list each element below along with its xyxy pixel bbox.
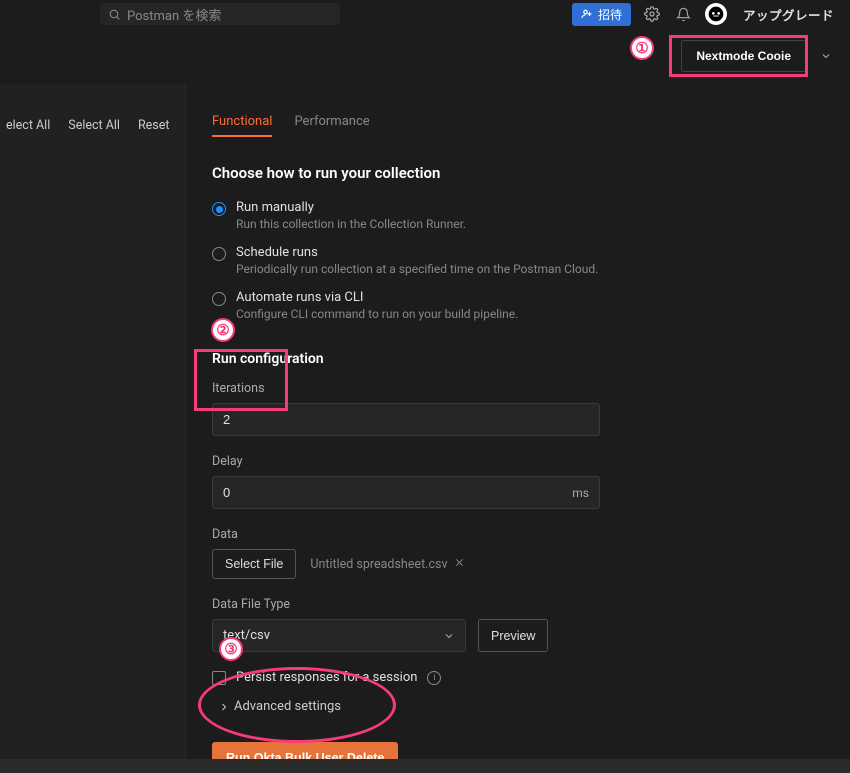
filetype-value: text/csv bbox=[223, 628, 270, 643]
advanced-settings-toggle[interactable]: Advanced settings bbox=[218, 699, 840, 714]
persist-checkbox-row[interactable]: Persist responses for a session i bbox=[212, 670, 840, 685]
persist-checkbox[interactable] bbox=[212, 671, 226, 685]
field-delay: Delay ms bbox=[212, 454, 840, 509]
clear-file-button[interactable] bbox=[454, 557, 465, 572]
chevron-right-icon bbox=[218, 701, 230, 713]
tabs: Functional Performance bbox=[212, 114, 840, 136]
run-mode-group: Run manually Run this collection in the … bbox=[212, 200, 840, 321]
data-label: Data bbox=[212, 527, 840, 542]
field-data: Data Select File Untitled spreadsheet.cs… bbox=[212, 527, 840, 579]
bell-icon bbox=[676, 7, 691, 22]
environment-selector[interactable]: Nextmode Cooie bbox=[681, 40, 806, 72]
radio-schedule-runs[interactable]: Schedule runs Periodically run collectio… bbox=[212, 245, 840, 276]
persist-label: Persist responses for a session bbox=[236, 670, 417, 685]
search-input[interactable]: Postman を検索 bbox=[100, 3, 340, 25]
avatar-icon bbox=[708, 6, 724, 22]
search-placeholder: Postman を検索 bbox=[127, 5, 221, 24]
radio-label: Run manually bbox=[236, 200, 466, 215]
filetype-label: Data File Type bbox=[212, 597, 840, 612]
delay-label: Delay bbox=[212, 454, 840, 469]
filetype-select[interactable]: text/csv bbox=[212, 619, 466, 652]
select-file-button[interactable]: Select File bbox=[212, 549, 296, 579]
advanced-label: Advanced settings bbox=[234, 699, 341, 714]
run-collection-button[interactable]: Run Okta Bulk User Delete bbox=[212, 742, 398, 759]
invite-icon bbox=[581, 8, 593, 20]
radio-indicator bbox=[212, 247, 226, 261]
radio-indicator bbox=[212, 292, 226, 306]
radio-label: Schedule runs bbox=[236, 245, 598, 260]
notifications-button[interactable] bbox=[673, 3, 695, 25]
settings-button[interactable] bbox=[641, 3, 663, 25]
delay-input-wrap[interactable]: ms bbox=[212, 476, 600, 509]
radio-desc: Configure CLI command to run on your bui… bbox=[236, 307, 518, 321]
iterations-label: Iterations bbox=[212, 381, 840, 396]
status-bar bbox=[0, 759, 850, 773]
topbar: Postman を検索 招待 アップグレード bbox=[0, 0, 850, 28]
main: elect All Select All Reset Functional Pe… bbox=[0, 84, 850, 759]
iterations-input[interactable] bbox=[223, 412, 589, 427]
subheader: Nextmode Cooie bbox=[0, 28, 850, 84]
tab-performance[interactable]: Performance bbox=[294, 114, 369, 136]
delay-unit: ms bbox=[572, 486, 589, 500]
radio-automate-cli[interactable]: Automate runs via CLI Configure CLI comm… bbox=[212, 290, 840, 321]
run-config-title: Run configuration bbox=[212, 351, 840, 367]
chevron-down-icon bbox=[820, 50, 832, 62]
reset[interactable]: Reset bbox=[138, 118, 170, 133]
radio-desc: Run this collection in the Collection Ru… bbox=[236, 217, 466, 231]
invite-label: 招待 bbox=[598, 6, 622, 23]
left-column: elect All Select All Reset bbox=[0, 84, 186, 759]
close-icon bbox=[454, 557, 465, 568]
select-all-2[interactable]: Select All bbox=[68, 118, 120, 133]
select-all-1[interactable]: elect All bbox=[6, 118, 50, 133]
preview-button[interactable]: Preview bbox=[478, 619, 548, 652]
search-icon bbox=[108, 8, 121, 21]
selected-filename: Untitled spreadsheet.csv bbox=[310, 557, 464, 572]
environment-dropdown-toggle[interactable] bbox=[820, 50, 832, 62]
avatar[interactable] bbox=[705, 3, 727, 25]
radio-label: Automate runs via CLI bbox=[236, 290, 518, 305]
invite-button[interactable]: 招待 bbox=[572, 3, 631, 26]
chevron-down-icon bbox=[443, 630, 455, 642]
tab-functional[interactable]: Functional bbox=[212, 114, 272, 137]
choose-title: Choose how to run your collection bbox=[212, 164, 840, 182]
radio-run-manually[interactable]: Run manually Run this collection in the … bbox=[212, 200, 840, 231]
radio-desc: Periodically run collection at a specifi… bbox=[236, 262, 598, 276]
iterations-input-wrap[interactable] bbox=[212, 403, 600, 436]
field-filetype: Data File Type text/csv Preview bbox=[212, 597, 840, 652]
radio-indicator bbox=[212, 202, 226, 216]
right-column: Functional Performance Choose how to run… bbox=[186, 84, 850, 759]
info-icon[interactable]: i bbox=[427, 671, 441, 685]
upgrade-button[interactable]: アップグレード bbox=[737, 5, 840, 24]
delay-input[interactable] bbox=[223, 485, 572, 500]
field-iterations: Iterations bbox=[212, 381, 840, 436]
gear-icon bbox=[644, 6, 660, 22]
